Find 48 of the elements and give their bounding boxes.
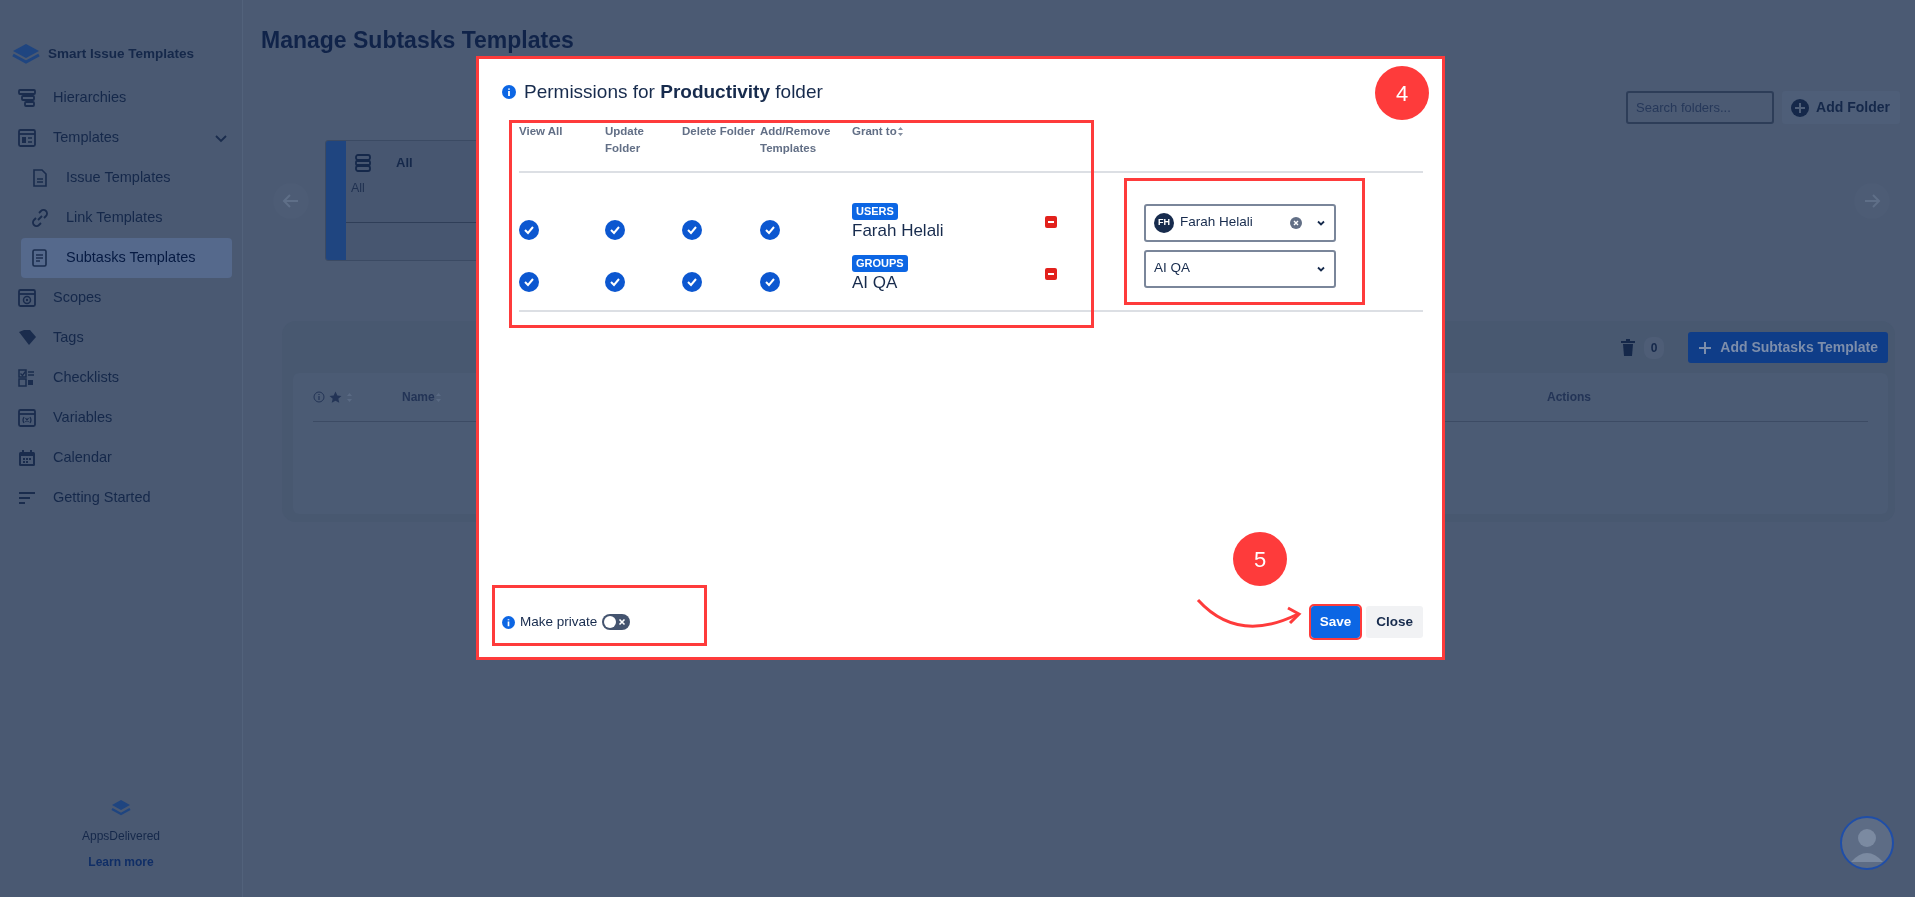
column-header: Delete Folder	[682, 124, 755, 137]
column-header: View All	[519, 124, 563, 137]
trash-icon	[1619, 338, 1636, 357]
plus-icon	[1698, 340, 1713, 355]
info-icon	[502, 85, 516, 100]
star-icon	[329, 390, 342, 404]
variable-icon	[17, 408, 37, 428]
add-folder-button[interactable]: Add Folder	[1782, 91, 1900, 124]
select-value: AI QA	[1154, 259, 1191, 278]
remove-icon	[1045, 215, 1057, 228]
plus-icon	[1790, 97, 1811, 118]
sort-icon	[896, 125, 904, 137]
sidebar-item[interactable]: Subtasks Templates	[21, 238, 232, 278]
learn-more-link[interactable]: Learn more	[88, 853, 154, 871]
clear-icon	[1290, 216, 1302, 229]
stack-icon	[354, 153, 372, 172]
document-icon	[30, 168, 50, 188]
page-title: Manage Subtasks Templates	[261, 26, 575, 54]
make-private-label: Make private	[520, 612, 598, 631]
column-header: Add/Remove Templates	[760, 124, 831, 154]
avatar-initials: FH	[1154, 212, 1174, 233]
grantee-name: Farah Helali	[852, 219, 944, 242]
info-icon	[313, 391, 325, 403]
select-field[interactable]: AI QA	[1144, 249, 1336, 288]
calendar-icon	[17, 448, 37, 468]
toggle-switch[interactable]	[602, 614, 631, 630]
grantee-name: AI QA	[852, 271, 898, 294]
list-icon	[30, 248, 50, 268]
link-icon	[30, 208, 50, 228]
group-badge: GROUPS	[852, 254, 908, 272]
close-button[interactable]: Close	[1366, 606, 1423, 638]
add-template-button[interactable]: Add Subtasks Template	[1688, 332, 1888, 363]
info-icon	[502, 615, 515, 629]
count-badge: 0	[1643, 336, 1665, 359]
column-header: Update Folder	[605, 124, 644, 154]
dialog-title: Permissions for Productivity folder	[524, 80, 823, 104]
window-icon	[17, 128, 37, 148]
save-button[interactable]: Save	[1310, 606, 1361, 638]
select-value: Farah Helali	[1180, 213, 1254, 232]
remove-icon	[1045, 267, 1057, 280]
layers-icon	[17, 88, 37, 108]
column-header[interactable]: Grant to	[852, 124, 904, 137]
target-window-icon	[17, 288, 37, 308]
avatar	[1840, 816, 1894, 870]
group-badge: USERS	[852, 202, 898, 220]
logo-icon	[12, 43, 40, 65]
select-field[interactable]: FH Farah Helali	[1144, 203, 1336, 242]
checklist-icon	[17, 368, 37, 388]
